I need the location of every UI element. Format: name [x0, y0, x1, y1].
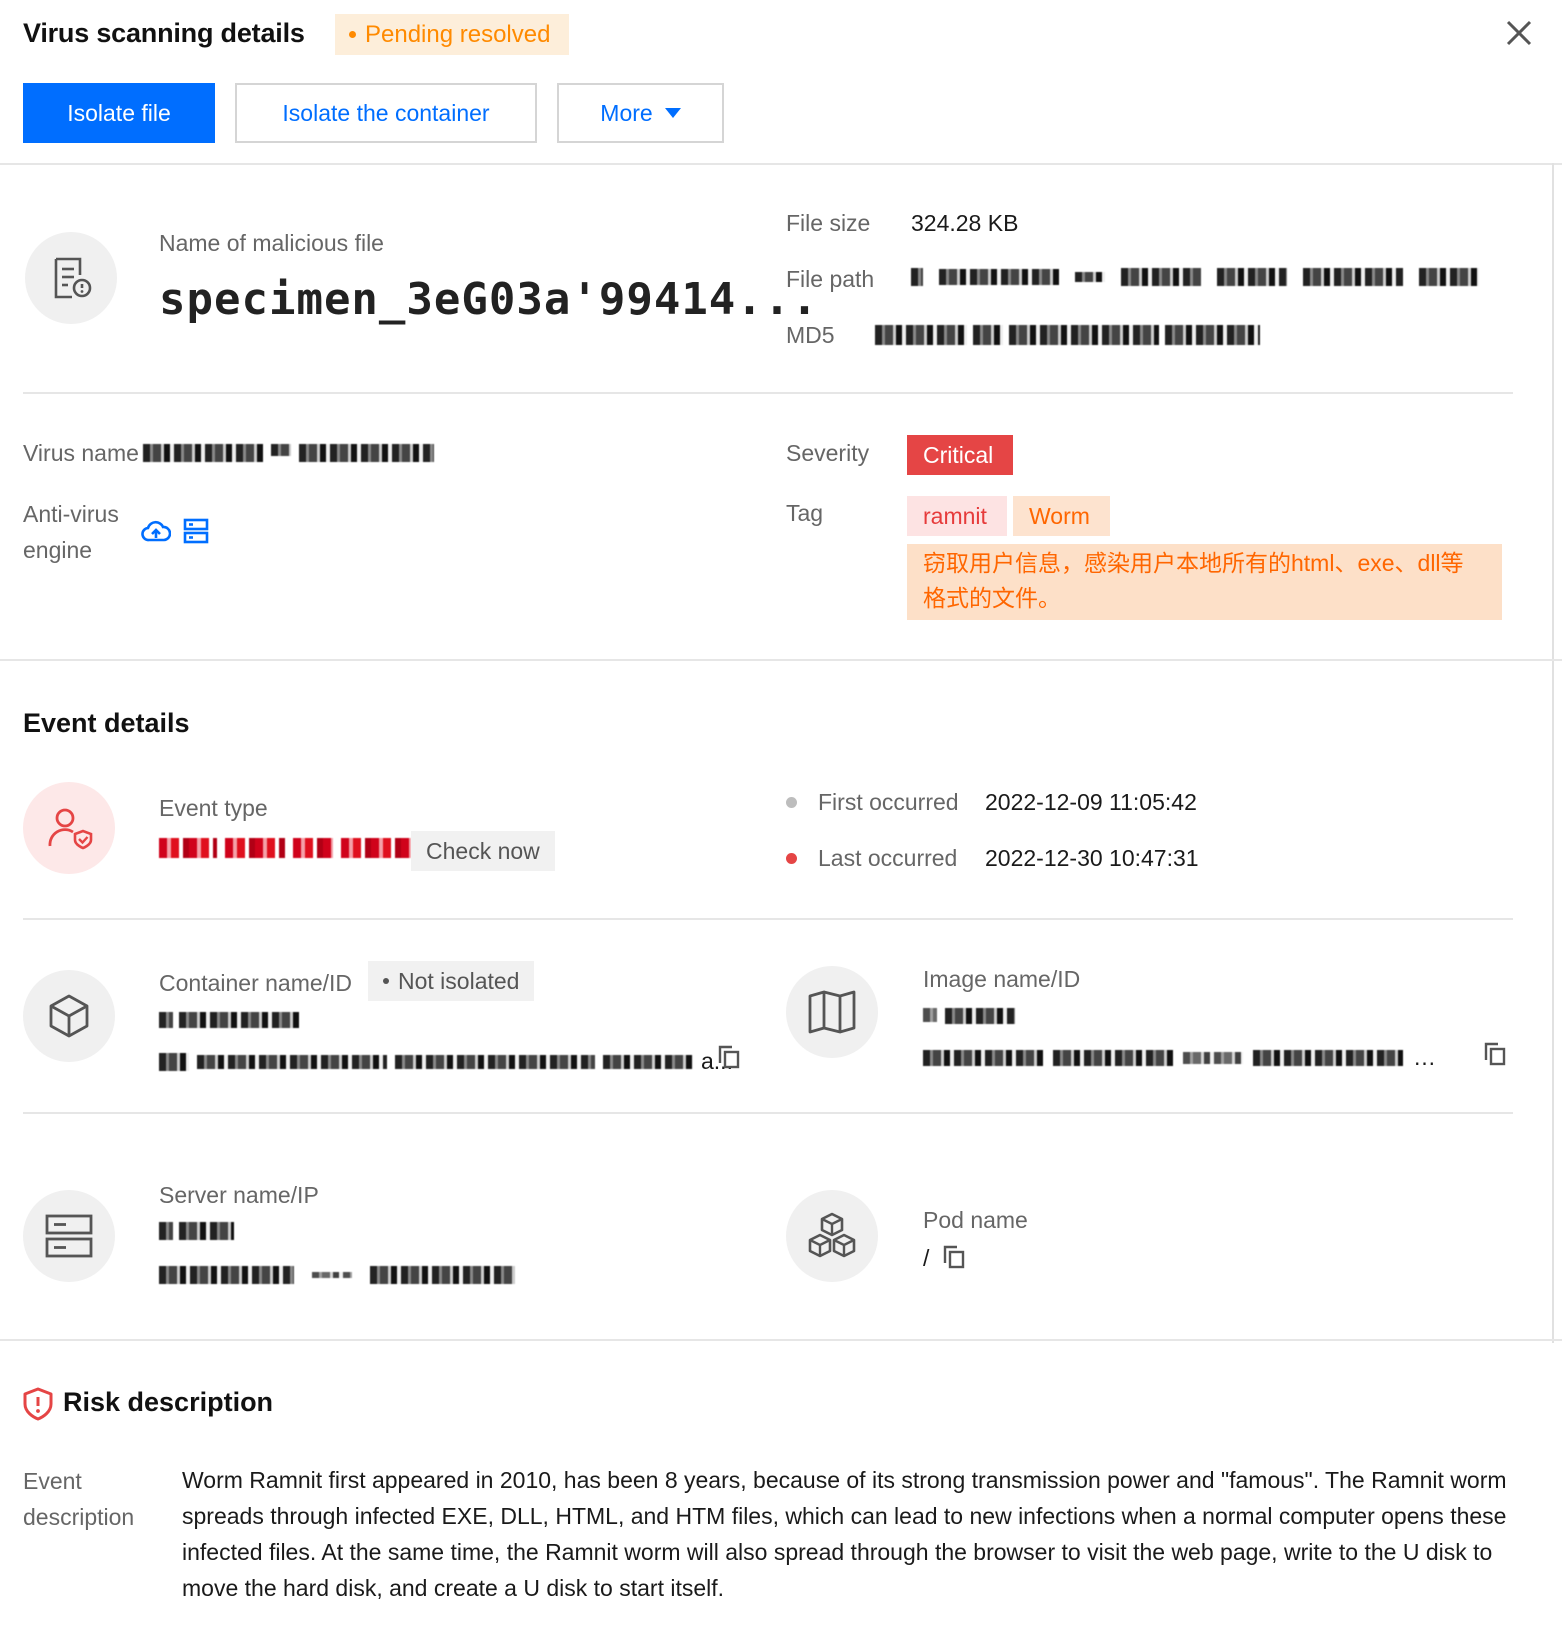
malicious-file-label: Name of malicious file — [159, 230, 384, 256]
file-path-label: File path — [786, 266, 875, 292]
section-divider — [0, 659, 1562, 661]
cube-icon — [49, 994, 89, 1038]
antivirus-engine-label-2: engine — [23, 537, 93, 563]
last-occurred-value: 2022-12-30 10:47:31 — [985, 845, 1199, 871]
image-icon-circle — [786, 966, 878, 1058]
last-occurred-dot-icon — [786, 853, 797, 864]
container-isolation-badge: Not isolated — [368, 961, 535, 1001]
scrollbar-track[interactable] — [1552, 163, 1554, 1343]
severity-badge: Critical — [907, 435, 1013, 475]
severity-label: Severity — [786, 440, 870, 466]
risk-description-title: Risk description — [63, 1387, 274, 1417]
file-icon-circle — [25, 232, 117, 324]
page-title: Virus scanning details — [23, 18, 305, 48]
divider — [23, 392, 1513, 394]
server-ip-value — [159, 1266, 515, 1284]
status-dot-icon — [349, 31, 356, 38]
tag-description: 窃取用户信息，感染用户本地所有的html、exe、dll等格式的文件。 — [907, 544, 1502, 620]
header-divider — [0, 163, 1562, 165]
shield-alert-icon — [23, 1387, 53, 1421]
antivirus-engine-label-1: Anti-virus — [23, 501, 119, 527]
file-search-icon — [54, 257, 92, 299]
file-path-value — [911, 268, 1479, 286]
status-badge: Pending resolved — [335, 14, 569, 55]
image-name-label: Image name/ID — [923, 966, 1081, 992]
copy-icon[interactable] — [718, 1045, 740, 1069]
container-name-value — [159, 1012, 299, 1028]
file-size-value: 324.28 KB — [911, 210, 1019, 236]
malicious-file-name: specimen_3eG03a'99414... — [159, 274, 819, 325]
md5-value — [875, 325, 1260, 345]
check-now-button[interactable]: Check now — [411, 831, 555, 871]
first-occurred-label: First occurred — [818, 789, 959, 815]
status-badge-label: Pending resolved — [365, 20, 551, 48]
container-name-label: Container name/ID — [159, 970, 353, 996]
container-id-value: a... — [159, 1048, 733, 1075]
first-occurred-value: 2022-12-09 11:05:42 — [985, 789, 1197, 815]
virus-name-value — [143, 444, 434, 462]
isolate-file-button[interactable]: Isolate file — [23, 83, 215, 143]
divider — [23, 1112, 1513, 1114]
divider — [23, 918, 1513, 920]
pod-icon-circle — [786, 1190, 878, 1282]
event-description-text: Worm Ramnit first appeared in 2010, has … — [182, 1467, 1507, 1601]
pod-name-value: / — [923, 1245, 930, 1271]
section-divider — [0, 1339, 1562, 1341]
more-button-label: More — [600, 99, 653, 126]
server-name-value — [159, 1222, 234, 1240]
md5-label: MD5 — [786, 322, 835, 348]
tag-ramnit: ramnit — [907, 496, 1007, 536]
container-icon-circle — [23, 970, 115, 1062]
first-occurred-dot-icon — [786, 797, 797, 808]
event-description-label-1: Event — [23, 1468, 82, 1494]
cloud-engine-icon — [141, 520, 171, 542]
event-type-icon-circle — [23, 782, 115, 874]
server-icon — [45, 1214, 93, 1258]
event-details-title: Event details — [23, 708, 190, 738]
file-size-label: File size — [786, 210, 871, 236]
tag-label: Tag — [786, 500, 824, 526]
user-shield-icon — [48, 808, 93, 850]
image-id-ellipsis: … — [1413, 1044, 1436, 1070]
pod-cubes-icon — [808, 1212, 856, 1258]
copy-icon[interactable] — [1484, 1042, 1506, 1066]
more-dropdown-button[interactable]: More — [557, 83, 724, 143]
virus-name-label: Virus name — [23, 440, 139, 466]
caret-down-icon — [664, 108, 681, 118]
image-layers-icon — [808, 990, 856, 1034]
badge-dot-icon — [383, 978, 389, 984]
image-id-value: … — [923, 1044, 1436, 1071]
event-type-value — [159, 838, 411, 858]
event-description-label-2: description — [23, 1504, 135, 1530]
isolate-container-button[interactable]: Isolate the container — [235, 83, 537, 143]
tag-worm: Worm — [1013, 496, 1110, 536]
container-isolation-status: Not isolated — [398, 967, 520, 994]
image-name-value — [923, 1008, 1015, 1024]
copy-icon[interactable] — [943, 1245, 965, 1269]
server-name-label: Server name/IP — [159, 1182, 319, 1208]
event-type-label: Event type — [159, 795, 268, 821]
close-icon[interactable] — [1502, 16, 1536, 50]
server-engine-icon — [183, 518, 209, 544]
server-icon-circle — [23, 1190, 115, 1282]
pod-name-label: Pod name — [923, 1207, 1028, 1233]
last-occurred-label: Last occurred — [818, 845, 958, 871]
